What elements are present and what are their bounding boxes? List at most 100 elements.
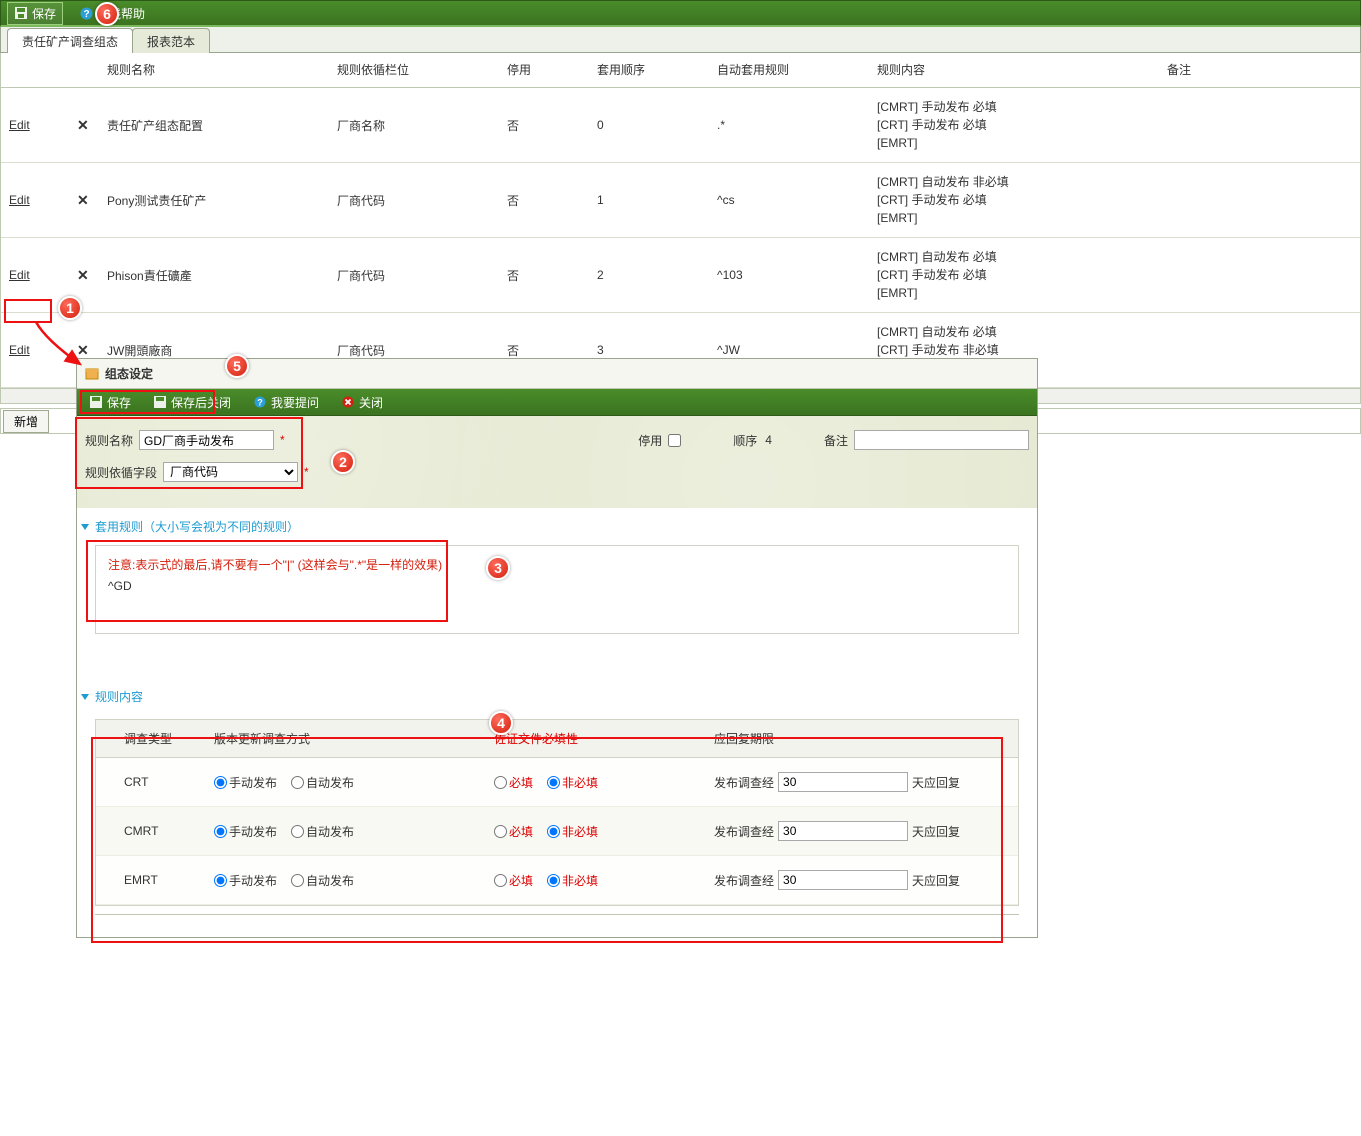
col-stop: 停用 — [499, 53, 589, 87]
cell-seq: 2 — [589, 264, 709, 286]
col-del — [69, 53, 99, 87]
rule-warning: 注意:表示式的最后,请不要有一个"|" (这样会与".*"是一样的效果) — [96, 546, 1018, 577]
radio-optional[interactable]: 非必填 — [547, 872, 598, 889]
tab-report-template[interactable]: 报表范本 — [132, 28, 210, 53]
col-seq: 套用顺序 — [589, 53, 709, 87]
col-survey-type: 调查类型 — [96, 720, 206, 757]
note-input[interactable] — [854, 430, 1029, 450]
delete-icon[interactable]: ✕ — [77, 192, 89, 208]
col-method: 版本更新调查方式 — [206, 720, 486, 757]
cell-auto: ^cs — [709, 189, 869, 211]
radio-required[interactable]: 必填 — [494, 774, 533, 791]
config-dialog: 组态设定 5 保存 保存后关闭 ? 我要提问 关闭 规则名称 * 停用 — [76, 358, 1038, 938]
cell-note — [1159, 346, 1360, 354]
stop-checkbox[interactable] — [668, 434, 681, 447]
cell-auto: .* — [709, 114, 869, 136]
cell-field: 厂商名称 — [329, 113, 499, 138]
window-icon — [85, 367, 99, 381]
cell-stop: 否 — [499, 188, 589, 213]
survey-row: CRT手动发布自动发布必填非必填发布调查经天应回复 — [96, 758, 1018, 807]
section-apply-rule[interactable]: 套用规则（大小写会视为不同的规则） — [77, 508, 1037, 541]
save-button[interactable]: 保存 — [7, 2, 63, 25]
radio-auto[interactable]: 自动发布 — [291, 823, 354, 840]
dlg-save-button[interactable]: 保存 — [83, 392, 137, 413]
delete-icon[interactable]: ✕ — [77, 117, 89, 133]
edit-link[interactable]: Edit — [9, 268, 30, 282]
rule-expression-value[interactable]: ^GD — [108, 579, 132, 593]
callout-6: 6 — [95, 2, 119, 26]
cell-deadline: 发布调查经天应回复 — [706, 856, 1018, 904]
cell-content: [CMRT] 手动发布 必填[CRT] 手动发布 必填[EMRT] — [869, 94, 1159, 156]
table-row: Edit✕Pony测试责任矿产厂商代码否1^cs[CMRT] 自动发布 非必填[… — [1, 163, 1360, 238]
tab-config[interactable]: 责任矿产调查组态 — [7, 28, 133, 53]
radio-manual[interactable]: 手动发布 — [214, 872, 277, 889]
delete-icon[interactable]: ✕ — [77, 267, 89, 283]
radio-required[interactable]: 必填 — [494, 823, 533, 840]
radio-manual[interactable]: 手动发布 — [214, 774, 277, 791]
days-input[interactable] — [778, 821, 908, 841]
survey-row: CMRT手动发布自动发布必填非必填发布调查经天应回复 — [96, 807, 1018, 856]
tab-strip: 责任矿产调查组态 报表范本 — [0, 27, 1361, 53]
radio-auto[interactable]: 自动发布 — [291, 774, 354, 791]
rule-name-input[interactable] — [139, 430, 274, 450]
note-label: 备注 — [824, 432, 848, 449]
edit-link[interactable]: Edit — [9, 343, 30, 357]
rules-grid: 规则名称 规则依循栏位 停用 套用顺序 自动套用规则 规则内容 备注 Edit✕… — [0, 53, 1361, 389]
days-input[interactable] — [778, 772, 908, 792]
question-icon: ? — [253, 395, 267, 409]
new-button[interactable]: 新增 — [3, 410, 49, 433]
dlg-ask-button[interactable]: ? 我要提问 — [247, 392, 325, 413]
dialog-toolbar: 保存 保存后关闭 ? 我要提问 关闭 — [77, 389, 1037, 416]
cell-field: 厂商代码 — [329, 188, 499, 213]
dialog-title: 组态设定 — [105, 365, 153, 382]
seq-value: 4 — [765, 433, 772, 447]
callout-1: 1 — [58, 296, 82, 320]
radio-optional[interactable]: 非必填 — [547, 823, 598, 840]
edit-link[interactable]: Edit — [9, 193, 30, 207]
radio-manual[interactable]: 手动发布 — [214, 823, 277, 840]
question-icon: ? — [79, 6, 93, 20]
chevron-down-icon — [81, 524, 89, 530]
svg-text:?: ? — [83, 9, 89, 20]
survey-row: EMRT手动发布自动发布必填非必填发布调查经天应回复 — [96, 856, 1018, 905]
seq-label: 顺序 — [733, 432, 757, 449]
col-required: 佐证文件必填性 — [486, 720, 706, 757]
main-toolbar: 保存 ? 在线帮助 6 — [0, 0, 1361, 27]
chevron-down-icon — [81, 694, 89, 700]
cell-name: 责任矿产组态配置 — [99, 113, 329, 138]
cell-method: 手动发布自动发布 — [206, 760, 486, 805]
cell-note — [1159, 121, 1360, 129]
rule-box-spacer — [95, 638, 1019, 650]
dlg-close-button[interactable]: 关闭 — [335, 392, 389, 413]
rule-content-wrap: 4 调查类型 版本更新调查方式 佐证文件必填性 应回复期限 CRT手动发布自动发… — [77, 719, 1037, 906]
close-icon — [341, 395, 355, 409]
save-button-label: 保存 — [32, 5, 56, 22]
col-auto: 自动套用规则 — [709, 53, 869, 87]
radio-required[interactable]: 必填 — [494, 872, 533, 889]
edit-link[interactable]: Edit — [9, 118, 30, 132]
days-input[interactable] — [778, 870, 908, 890]
field-select[interactable]: 厂商代码 — [163, 462, 298, 482]
survey-table-header: 调查类型 版本更新调查方式 佐证文件必填性 应回复期限 — [96, 720, 1018, 758]
cell-req: 必填非必填 — [486, 858, 706, 903]
floppy-close-icon — [153, 395, 167, 409]
col-name: 规则名称 — [99, 53, 329, 87]
cell-type: EMRT — [96, 859, 206, 901]
callout-3: 3 — [486, 556, 510, 580]
section-rule-content[interactable]: 规则内容 — [77, 678, 1037, 711]
cell-field: 厂商代码 — [329, 263, 499, 288]
cell-deadline: 发布调查经天应回复 — [706, 758, 1018, 806]
grid-body: Edit✕责任矿产组态配置厂商名称否0.*[CMRT] 手动发布 必填[CRT]… — [1, 88, 1360, 388]
cell-note — [1159, 271, 1360, 279]
svg-text:?: ? — [257, 398, 263, 408]
delete-icon[interactable]: ✕ — [77, 342, 89, 358]
rule-expression-area: 注意:表示式的最后,请不要有一个"|" (这样会与".*"是一样的效果) ^GD… — [95, 545, 1019, 634]
dlg-save-close-button[interactable]: 保存后关闭 — [147, 392, 237, 413]
dialog-titlebar: 组态设定 5 — [77, 359, 1037, 389]
col-content: 规则内容 — [869, 53, 1159, 87]
cell-type: CMRT — [96, 810, 206, 852]
col-note: 备注 — [1159, 53, 1360, 87]
radio-auto[interactable]: 自动发布 — [291, 872, 354, 889]
radio-optional[interactable]: 非必填 — [547, 774, 598, 791]
cell-name: Phison責任礦產 — [99, 263, 329, 288]
